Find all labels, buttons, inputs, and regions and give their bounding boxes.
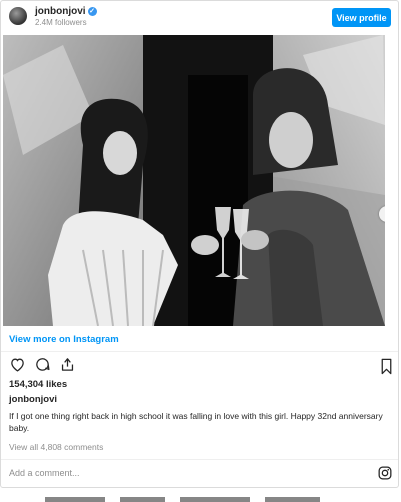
heart-icon[interactable] (9, 356, 26, 373)
instagram-embed-card: jonbonjovi✓ 2.4M followers View profile (0, 0, 399, 488)
followers-count: 2.4M followers (35, 18, 87, 27)
username-text[interactable]: jonbonjovi (35, 6, 86, 17)
post-photo[interactable]: › (3, 35, 385, 326)
add-comment-field[interactable]: Add a comment... (9, 468, 80, 478)
share-icon[interactable] (59, 356, 76, 373)
divider (1, 459, 398, 460)
bookmark-icon[interactable] (379, 358, 396, 375)
view-profile-button[interactable]: View profile (332, 8, 391, 27)
avatar[interactable] (9, 7, 27, 25)
action-bar (9, 356, 76, 376)
post-header: jonbonjovi ✓ 2.4M followers View profile (1, 1, 398, 35)
likes-count[interactable]: 154,304 likes (9, 379, 67, 390)
caption-username[interactable]: jonbonjovi (9, 394, 57, 405)
divider (1, 351, 398, 352)
verified-badge-icon: ✓ (87, 7, 97, 16)
post-caption: If I got one thing right back in high sc… (9, 411, 383, 433)
photo-image (3, 35, 385, 326)
view-more-link[interactable]: View more on Instagram (9, 334, 119, 345)
instagram-logo-icon[interactable] (378, 466, 392, 485)
username-link[interactable]: jonbonjovi ✓ (35, 6, 97, 17)
view-comments-link[interactable]: View all 4,808 comments (9, 442, 103, 452)
clipped-page-content (0, 489, 401, 502)
comment-icon[interactable] (34, 356, 51, 373)
